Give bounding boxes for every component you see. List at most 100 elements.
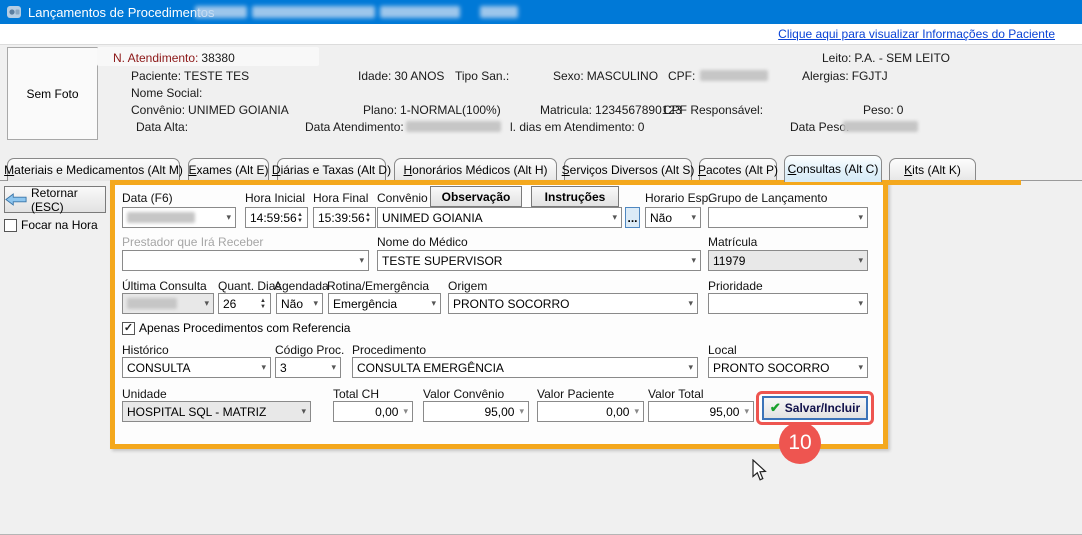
redacted-date-value [127, 298, 177, 309]
field-label: Peso: [863, 103, 894, 117]
origem-label: Origem [448, 279, 487, 293]
hora-final-value: 15:39:56 [318, 211, 365, 225]
field-label: Alergias: [802, 69, 849, 83]
field-label: CPF: [668, 69, 695, 83]
hora-final-spinner[interactable]: 15:39:56 ▲▼ [313, 207, 376, 228]
tab-pacotes[interactable]: Pacotes (Alt P) [699, 158, 777, 181]
tab-diarias-taxas[interactable]: Diárias e Taxas (Alt D) [277, 158, 386, 181]
ellipsis-button-label: ... [627, 211, 637, 225]
tab-servicos-diversos[interactable]: Serviços Diversos (Alt S) [564, 158, 692, 181]
return-button[interactable]: Retornar (ESC) [4, 186, 106, 213]
field-value: MASCULINO [587, 69, 658, 83]
chevron-down-icon: ▾ [612, 213, 617, 222]
spin-down-button[interactable]: ▼ [297, 218, 303, 224]
agendada-value: Não [281, 297, 311, 311]
field-label: Leito: [822, 51, 851, 65]
origem-value: PRONTO SOCORRO [453, 297, 686, 311]
rotina-emergencia-combo[interactable]: Emergência ▾ [328, 293, 441, 314]
save-include-button[interactable]: ✔ Salvar/Incluir [762, 396, 868, 420]
check-icon: ✓ [124, 323, 133, 334]
tab-exames[interactable]: Exames (Alt E) [188, 158, 269, 181]
field-value: 0 [638, 120, 645, 134]
quant-dias-spinner[interactable]: 26 ▲▼ [218, 293, 271, 314]
hora-inicial-spinner[interactable]: 14:59:56 ▲▼ [245, 207, 308, 228]
tab-hotkey: E [188, 163, 196, 177]
rotina-emergencia-value: Emergência [333, 297, 429, 311]
chevron-down-icon: ▾ [261, 363, 266, 372]
nome-medico-combo[interactable]: TESTE SUPERVISOR ▾ [377, 250, 701, 271]
patient-field-alergias: Alergias:FGJTJ [802, 69, 888, 83]
valor-paciente-field[interactable]: 0,00 ▾ [537, 401, 644, 422]
valor-convenio-value: 95,00 [428, 405, 517, 419]
matricula-label: Matrícula [708, 235, 757, 249]
agendada-combo[interactable]: Não ▾ [276, 293, 323, 314]
field-value: 0 [897, 103, 904, 117]
procedimento-combo[interactable]: CONSULTA EMERGÊNCIA ▾ [352, 357, 698, 378]
ellipsis-button[interactable]: ... [625, 207, 640, 228]
tab-kits[interactable]: Kits (Alt K) [889, 158, 976, 181]
tab-label: onorários Médicos (Alt H) [412, 163, 547, 177]
spin-down-button[interactable]: ▼ [365, 218, 371, 224]
field-label: Matricula: [540, 103, 592, 117]
tab-materiais-medicamentos[interactable]: Materiais e Medicamentos (Alt M) [7, 158, 180, 181]
matricula-combo[interactable]: 11979 ▾ [708, 250, 868, 271]
convenio-combo[interactable]: UNIMED GOIANIA ▾ [377, 207, 622, 228]
origem-combo[interactable]: PRONTO SOCORRO ▾ [448, 293, 698, 314]
ultima-consulta-combo[interactable]: ▾ [122, 293, 214, 314]
tab-honorarios-medicos[interactable]: Honorários Médicos (Alt H) [394, 158, 557, 181]
spin-down-button[interactable]: ▼ [260, 304, 266, 310]
tab-consultas[interactable]: Consultas (Alt C) [784, 155, 882, 182]
tab-hotkey: M [4, 163, 14, 177]
procedimento-value: CONSULTA EMERGÊNCIA [357, 361, 686, 375]
patient-info-link[interactable]: Clique aqui para visualizar Informações … [778, 27, 1055, 41]
grupo-lancamento-combo[interactable]: ▾ [708, 207, 868, 228]
prestador-combo[interactable]: ▾ [122, 250, 369, 271]
instrucoes-button[interactable]: Instruções [531, 186, 619, 207]
chevron-down-icon: ▾ [858, 213, 863, 222]
horario-esp-value: Não [650, 211, 689, 225]
prioridade-combo[interactable]: ▾ [708, 293, 868, 314]
local-value: PRONTO SOCORRO [713, 361, 856, 375]
hora-inicial-value: 14:59:56 [250, 211, 297, 225]
codigo-proc-combo[interactable]: 3 ▾ [275, 357, 341, 378]
horario-esp-combo[interactable]: Não ▾ [645, 207, 701, 228]
patient-field-peso: Peso:0 [863, 103, 903, 117]
focar-na-hora-checkbox[interactable]: Focar na Hora [4, 218, 98, 232]
step-badge: 10 [779, 422, 821, 464]
redacted-title-text [380, 6, 460, 18]
patient-field-nome-social: Nome Social: [131, 86, 205, 100]
green-check-icon: ✔ [770, 400, 781, 416]
valor-convenio-field[interactable]: 95,00 ▾ [423, 401, 529, 422]
local-combo[interactable]: PRONTO SOCORRO ▾ [708, 357, 868, 378]
field-value: UNIMED GOIANIA [188, 103, 289, 117]
field-label: Paciente: [131, 69, 181, 83]
tab-label: its (Alt K) [912, 163, 961, 177]
referencia-checkbox[interactable]: ✓ Apenas Procedimentos com Referencia [122, 321, 350, 335]
field-label: N. Atendimento: [113, 51, 198, 65]
patient-field-plano: Plano:1-NORMAL(100%) [363, 103, 501, 117]
chevron-down-icon: ▾ [313, 299, 318, 308]
data-f6-combo[interactable]: ▾ [122, 207, 236, 228]
valor-total-field[interactable]: 95,00 ▾ [648, 401, 754, 422]
redacted-date-value [127, 212, 195, 223]
observacao-button[interactable]: Observação [430, 186, 522, 207]
nome-medico-value: TESTE SUPERVISOR [382, 254, 689, 268]
chevron-down-icon: ▾ [204, 299, 209, 308]
chevron-down-icon: ▾ [691, 256, 696, 265]
redacted-date-value [843, 121, 918, 132]
historico-combo[interactable]: CONSULTA ▾ [122, 357, 271, 378]
patient-field-paciente: Paciente:TESTE TES [131, 69, 249, 83]
field-value: 1-NORMAL(100%) [400, 103, 501, 117]
chevron-down-icon: ▾ [403, 407, 408, 416]
field-label: Idade: [358, 69, 391, 83]
valor-paciente-label: Valor Paciente [537, 387, 614, 401]
chevron-down-icon: ▾ [688, 363, 693, 372]
unidade-value: HOSPITAL SQL - MATRIZ [127, 405, 299, 419]
save-include-button-label: Salvar/Incluir [785, 401, 860, 415]
redacted-date-value [406, 121, 501, 132]
total-ch-field[interactable]: 0,00 ▾ [333, 401, 413, 422]
chevron-down-icon: ▾ [359, 256, 364, 265]
unidade-combo[interactable]: HOSPITAL SQL - MATRIZ ▾ [122, 401, 311, 422]
matricula-value: 11979 [713, 254, 856, 268]
total-ch-label: Total CH [333, 387, 379, 401]
